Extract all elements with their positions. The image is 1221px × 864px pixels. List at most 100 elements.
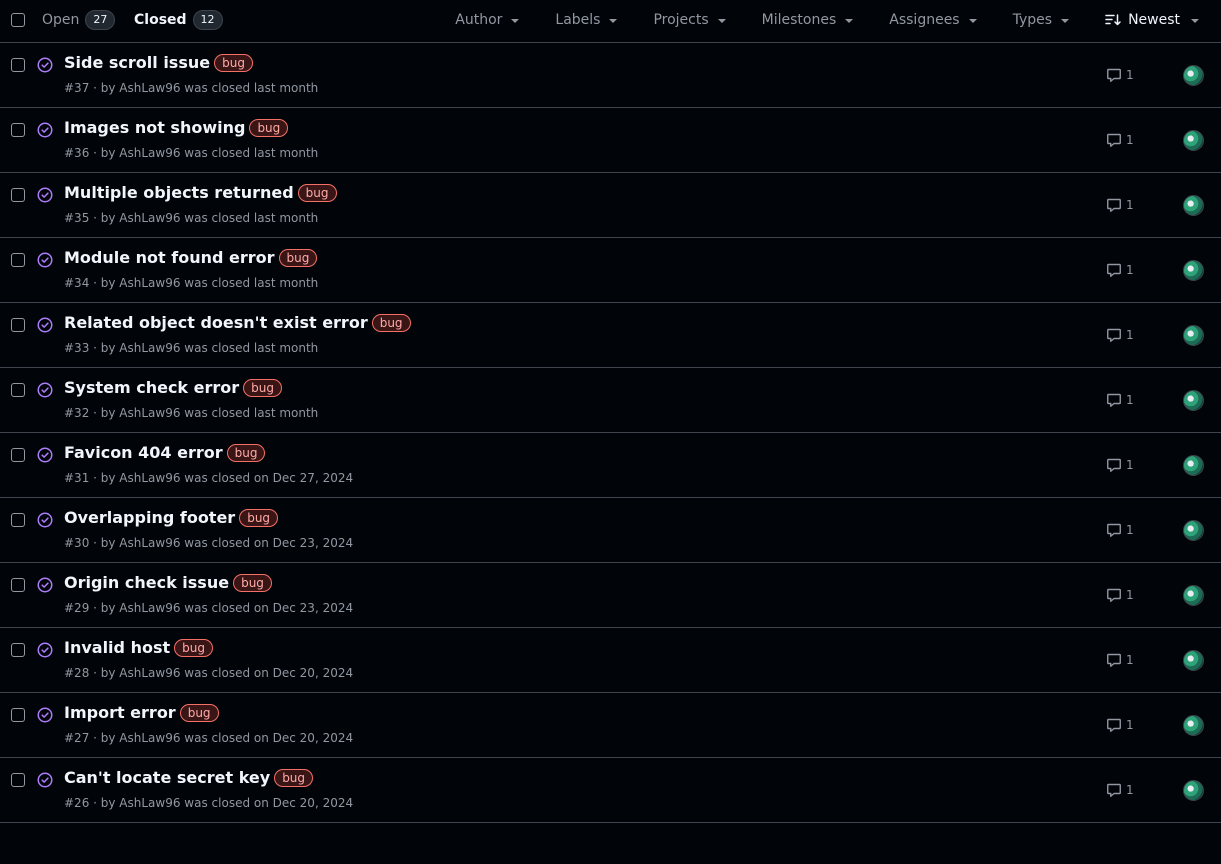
issue-select-checkbox[interactable] — [11, 188, 25, 202]
assignee-avatar[interactable] — [1183, 650, 1204, 671]
issues-list: Side scroll issue bug #37 · by AshLaw96 … — [0, 43, 1221, 823]
issue-row[interactable]: Related object doesn't exist error bug #… — [0, 303, 1221, 368]
issue-select-checkbox[interactable] — [11, 578, 25, 592]
issue-title-link[interactable]: System check error — [64, 378, 239, 397]
issue-closed-icon — [37, 252, 53, 268]
comments-link[interactable]: 1 — [1106, 652, 1134, 668]
bug-label[interactable]: bug — [278, 248, 318, 267]
assignee-avatar[interactable] — [1183, 390, 1204, 411]
issue-select-checkbox[interactable] — [11, 58, 25, 72]
comments-link[interactable]: 1 — [1106, 522, 1134, 538]
comment-count: 1 — [1126, 458, 1134, 472]
milestones-filter-label: Milestones — [761, 12, 837, 28]
bug-label[interactable]: bug — [214, 53, 253, 72]
issue-row[interactable]: Side scroll issue bug #37 · by AshLaw96 … — [0, 43, 1221, 108]
issue-select-checkbox[interactable] — [11, 383, 25, 397]
comments-link[interactable]: 1 — [1106, 392, 1134, 408]
issue-row[interactable]: Images not showing bug #36 · by AshLaw96… — [0, 108, 1221, 173]
assignee-avatar[interactable] — [1183, 780, 1204, 801]
comments-link[interactable]: 1 — [1106, 197, 1134, 213]
comments-link[interactable]: 1 — [1106, 587, 1134, 603]
comment-count: 1 — [1126, 588, 1134, 602]
bug-label[interactable]: bug — [249, 118, 289, 137]
comments-link[interactable]: 1 — [1106, 67, 1134, 83]
issue-select-checkbox[interactable] — [11, 253, 25, 267]
bug-label[interactable]: bug — [297, 183, 337, 202]
issue-title-link[interactable]: Origin check issue — [64, 573, 229, 592]
author-filter[interactable]: Author — [455, 12, 520, 28]
assignees-filter[interactable]: Assignees — [889, 12, 977, 28]
issue-title-link[interactable]: Invalid host — [64, 638, 170, 657]
issue-title-link[interactable]: Overlapping footer — [64, 508, 235, 527]
assignee-avatar[interactable] — [1183, 195, 1204, 216]
bug-label[interactable]: bug — [239, 508, 279, 527]
comments-link[interactable]: 1 — [1106, 132, 1134, 148]
comments-link[interactable]: 1 — [1106, 457, 1134, 473]
issue-select-checkbox[interactable] — [11, 448, 25, 462]
issue-row[interactable]: Module not found error bug #34 · by AshL… — [0, 238, 1221, 303]
issue-row[interactable]: Import error bug #27 · by AshLaw96 was c… — [0, 693, 1221, 758]
comments-link[interactable]: 1 — [1106, 327, 1134, 343]
projects-filter[interactable]: Projects — [653, 12, 726, 28]
issue-select-checkbox[interactable] — [11, 123, 25, 137]
issue-row[interactable]: Can't locate secret key bug #26 · by Ash… — [0, 758, 1221, 823]
assignee-avatar[interactable] — [1183, 585, 1204, 606]
issue-title-link[interactable]: Side scroll issue — [64, 53, 210, 72]
issue-title-link[interactable]: Module not found error — [64, 248, 275, 267]
issue-meta: #34 · by AshLaw96 was closed last month — [64, 276, 319, 290]
issue-select-checkbox[interactable] — [11, 643, 25, 657]
types-filter[interactable]: Types — [1013, 12, 1070, 28]
bug-label[interactable]: bug — [371, 313, 411, 332]
issue-row[interactable]: Overlapping footer bug #30 · by AshLaw96… — [0, 498, 1221, 563]
issue-row[interactable]: Multiple objects returned bug #35 · by A… — [0, 173, 1221, 238]
issue-meta: #27 · by AshLaw96 was closed on Dec 20, … — [64, 731, 354, 745]
issue-title-link[interactable]: Favicon 404 error — [64, 443, 223, 462]
issue-select-checkbox[interactable] — [11, 513, 25, 527]
issue-select-checkbox[interactable] — [11, 318, 25, 332]
labels-filter[interactable]: Labels — [555, 12, 618, 28]
issue-row[interactable]: System check error bug #32 · by AshLaw96… — [0, 368, 1221, 433]
bug-label[interactable]: bug — [233, 573, 272, 592]
comment-count: 1 — [1126, 328, 1134, 342]
assignee-avatar[interactable] — [1183, 130, 1204, 151]
assignee-avatar[interactable] — [1183, 65, 1204, 86]
bug-label[interactable]: bug — [243, 378, 282, 397]
issue-title-line: Related object doesn't exist error bug — [64, 313, 411, 332]
issue-meta: #36 · by AshLaw96 was closed last month — [64, 146, 319, 160]
assignee-avatar[interactable] — [1183, 715, 1204, 736]
comment-icon — [1107, 653, 1121, 667]
assignee-avatar[interactable] — [1183, 455, 1204, 476]
issue-row[interactable]: Favicon 404 error bug #31 · by AshLaw96 … — [0, 433, 1221, 498]
issue-title-link[interactable]: Images not showing — [64, 118, 245, 137]
issue-title-link[interactable]: Multiple objects returned — [64, 183, 294, 202]
comments-link[interactable]: 1 — [1106, 782, 1134, 798]
issue-meta: #37 · by AshLaw96 was closed last month — [64, 81, 319, 95]
milestones-filter[interactable]: Milestones — [762, 12, 854, 28]
issue-title-line: Multiple objects returned bug — [64, 183, 337, 202]
select-all-checkbox[interactable] — [11, 13, 25, 27]
issue-title-link[interactable]: Import error — [64, 703, 176, 722]
issue-row[interactable]: Invalid host bug #28 · by AshLaw96 was c… — [0, 628, 1221, 693]
issue-title-link[interactable]: Can't locate secret key — [64, 768, 270, 787]
issue-meta: #29 · by AshLaw96 was closed on Dec 23, … — [64, 601, 354, 615]
issue-select-checkbox[interactable] — [11, 773, 25, 787]
issue-meta: #28 · by AshLaw96 was closed on Dec 20, … — [64, 666, 354, 680]
issue-select-checkbox[interactable] — [11, 708, 25, 722]
comments-link[interactable]: 1 — [1106, 262, 1134, 278]
closed-issues-tab[interactable]: Closed 12 — [134, 10, 223, 30]
bug-label[interactable]: bug — [226, 443, 266, 462]
comment-icon — [1107, 328, 1121, 342]
issue-closed-icon — [37, 57, 53, 73]
open-issues-tab[interactable]: Open 27 — [42, 10, 116, 30]
bug-label[interactable]: bug — [179, 703, 219, 722]
issue-title-link[interactable]: Related object doesn't exist error — [64, 313, 368, 332]
comments-link[interactable]: 1 — [1106, 717, 1134, 733]
sort-dropdown[interactable]: Newest — [1105, 12, 1199, 28]
comment-count: 1 — [1126, 718, 1134, 732]
assignee-avatar[interactable] — [1183, 520, 1204, 541]
assignee-avatar[interactable] — [1183, 260, 1204, 281]
issue-row[interactable]: Origin check issue bug #29 · by AshLaw96… — [0, 563, 1221, 628]
bug-label[interactable]: bug — [174, 638, 213, 657]
assignee-avatar[interactable] — [1183, 325, 1204, 346]
bug-label[interactable]: bug — [274, 768, 314, 787]
